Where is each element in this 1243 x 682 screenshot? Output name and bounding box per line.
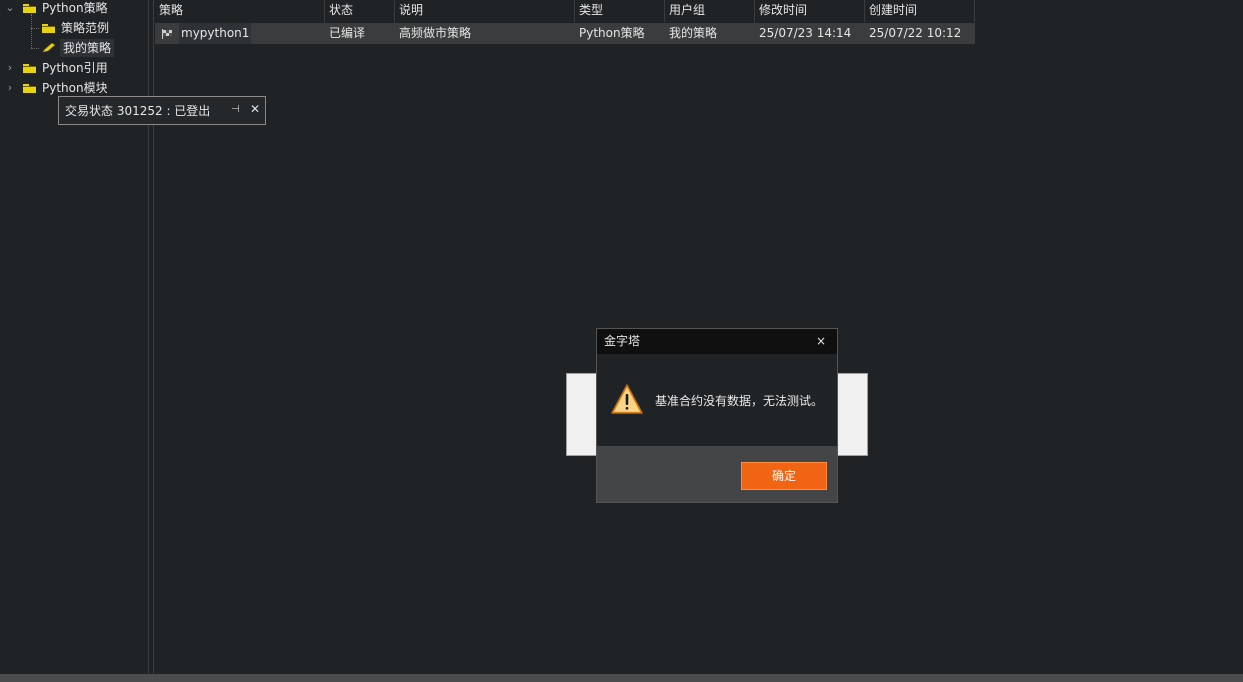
dialog-message: 基准合约没有数据，无法测试。 [655,394,824,408]
tree-node-strategy-examples[interactable]: 策略范例 [42,19,109,37]
column-header-status[interactable]: 状态 [325,0,395,22]
pin-icon[interactable]: ⊣ [231,104,240,115]
table-row[interactable]: mypython1 已编译 高频做市策略 Python策略 我的策略 25/07… [155,23,975,44]
folder-open-icon [23,3,36,13]
message-dialog: 金字塔 × 基准合约没有数据，无法测试。 确定 [596,328,838,503]
chevron-right-icon[interactable]: › [5,79,15,97]
cell-description: 高频做市策略 [399,26,472,40]
tree-node-my-strategies[interactable]: 我的策略 [42,39,115,57]
tree-node-python-modules[interactable]: › Python模块 [5,79,108,97]
close-icon[interactable]: × [816,329,826,354]
cell-created: 25/07/22 10:12 [869,26,962,40]
dialog-titlebar[interactable]: 金字塔 × [597,329,837,354]
column-header-created[interactable]: 创建时间 [865,0,975,22]
tree-node-python-strategy[interactable]: ⌄ Python策略 [5,0,108,17]
cell-group: 我的策略 [669,26,718,40]
column-header-description[interactable]: 说明 [395,0,575,22]
pencil-icon [42,43,56,53]
trading-status-tooltip: 交易状态 301252 : 已登出 ⊣ ✕ [58,96,266,125]
column-header-group[interactable]: 用户组 [665,0,755,22]
folder-icon [23,63,36,73]
strategy-table-header: 策略 状态 说明 类型 用户组 修改时间 创建时间 [155,0,975,22]
tree-node-label: Python策略 [42,1,108,15]
folder-icon [23,83,36,93]
tree-node-label: Python引用 [42,61,108,75]
chevron-down-icon[interactable]: ⌄ [5,0,15,17]
dialog-footer: 确定 [597,446,837,502]
column-header-modified[interactable]: 修改时间 [755,0,865,22]
tree-node-label: 我的策略 [60,39,115,57]
cell-modified: 25/07/23 14:14 [759,26,852,40]
flag-icon [162,28,172,39]
strategy-name: mypython1 [179,23,252,44]
tree-connector [31,14,32,48]
warning-icon [611,384,643,414]
column-header-strategy[interactable]: 策略 [155,0,325,22]
tree-node-python-references[interactable]: › Python引用 [5,59,108,77]
close-icon[interactable]: ✕ [250,102,260,116]
chevron-right-icon[interactable]: › [5,59,15,77]
cell-type: Python策略 [579,26,645,40]
cell-strategy-name: mypython1 [155,23,325,44]
tree-connector [31,28,39,29]
folder-icon [42,23,55,33]
ok-button[interactable]: 确定 [741,462,827,490]
cell-status: 已编译 [329,26,366,40]
column-header-type[interactable]: 类型 [575,0,665,22]
dialog-title: 金字塔 [604,334,641,348]
tree-connector [31,48,39,49]
tree-node-label: 策略范例 [61,21,110,35]
bottom-scrollbar[interactable] [0,674,1243,682]
tree-node-label: Python模块 [42,81,108,95]
tooltip-text: 交易状态 301252 : 已登出 [65,104,211,118]
dialog-body: 基准合约没有数据，无法测试。 [597,354,837,446]
